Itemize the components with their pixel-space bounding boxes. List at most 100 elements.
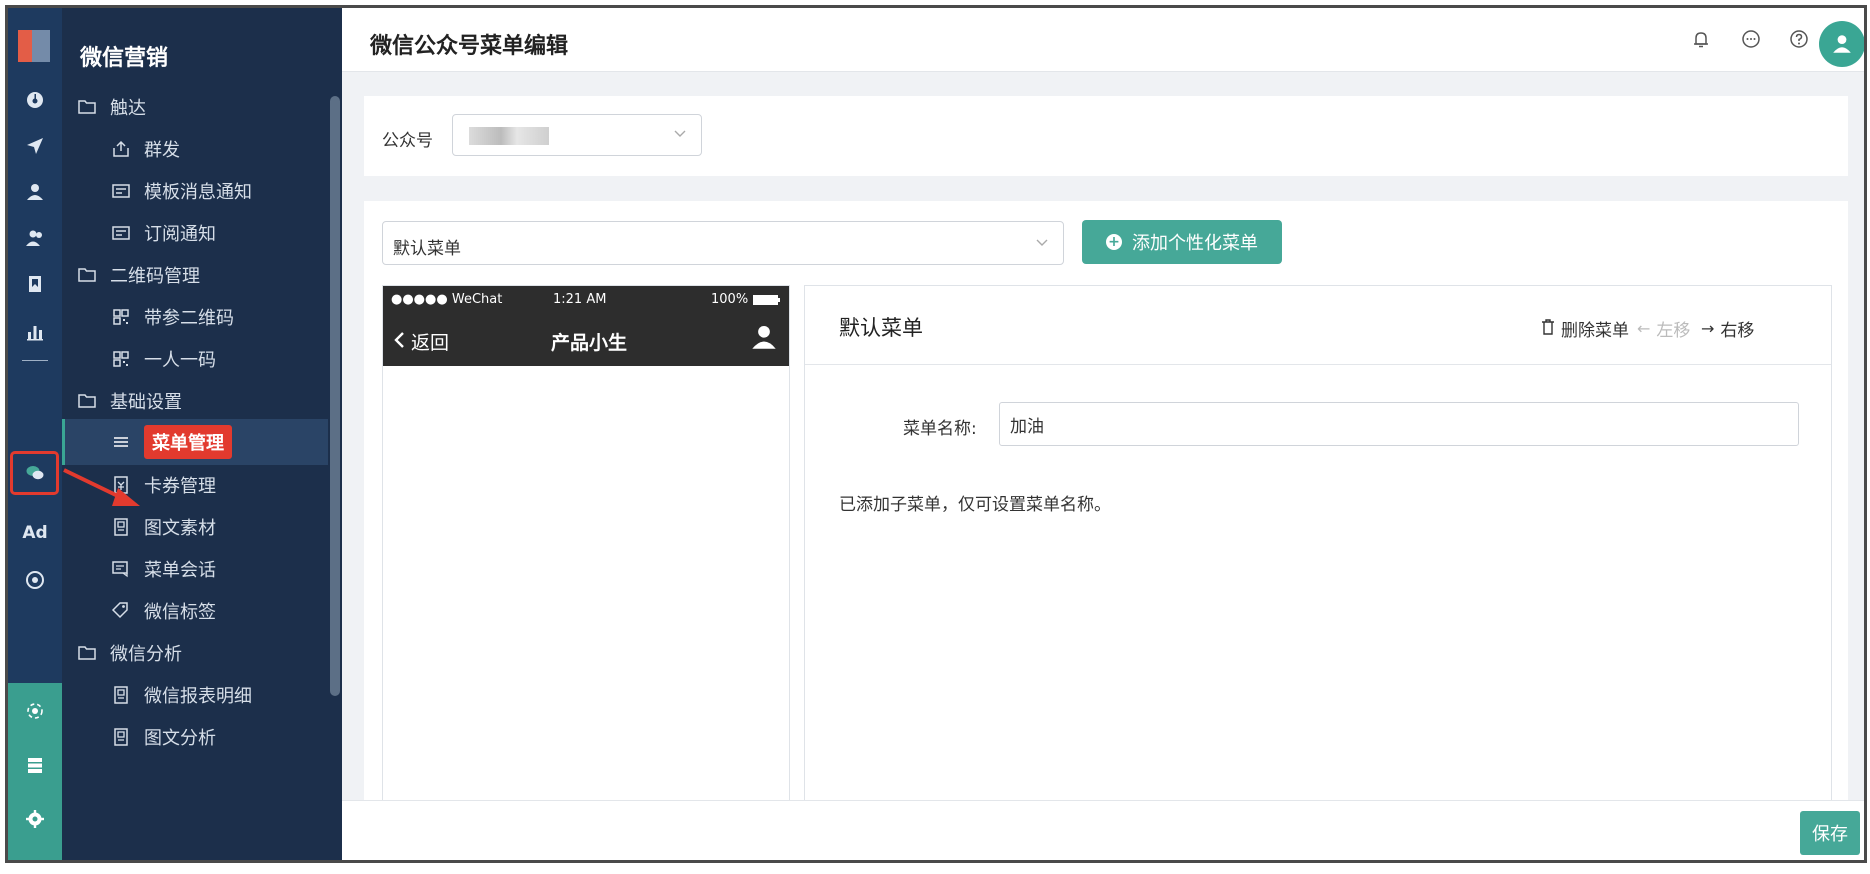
sidebar-item-param-qrcode[interactable]: 带参二维码	[62, 294, 328, 340]
sidebar-item-label: 微信报表明细	[144, 686, 252, 707]
sidebar-group-basic-settings[interactable]: 基础设置	[62, 378, 328, 424]
account-select[interactable]	[452, 114, 702, 156]
ad-icon[interactable]: Ad	[8, 513, 62, 553]
message-icon[interactable]	[1738, 26, 1764, 52]
phone-top-bar: ●●●●● WeChat 1:21 AM 100% 返回 产品小生	[383, 286, 789, 366]
broadcast-icon	[110, 138, 132, 160]
sidebar-item-label: 群发	[144, 140, 180, 161]
article-icon	[110, 516, 132, 538]
folder-icon	[76, 390, 98, 412]
sidebar-item-menu-conversation[interactable]: 菜单会话	[62, 546, 328, 592]
sidebar-item-label: 图文素材	[144, 518, 216, 539]
sidebar: 微信营销 触达 群发 模板消息通知 订阅通知 二维码管理 带参二维码 一人一码	[62, 8, 342, 860]
target-icon[interactable]	[8, 560, 62, 600]
sidebar-item-label: 卡券管理	[144, 476, 216, 497]
sidebar-item-menu-management[interactable]: 菜单管理	[62, 419, 328, 465]
report-icon	[110, 726, 132, 748]
menu-name-input[interactable]	[999, 402, 1799, 446]
report-icon	[110, 684, 132, 706]
person-icon[interactable]	[751, 324, 777, 350]
chevron-left-icon	[393, 332, 411, 354]
qrcode-icon	[110, 306, 132, 328]
page-title: 微信公众号菜单编辑	[370, 34, 569, 59]
folder-icon	[76, 264, 98, 286]
plus-circle-icon: +	[1106, 234, 1122, 250]
bell-icon[interactable]	[1688, 26, 1714, 52]
template-icon	[110, 180, 132, 202]
account-label: 公众号	[382, 131, 433, 151]
icon-rail: Ad	[8, 8, 62, 860]
qrcode-icon	[110, 348, 132, 370]
delete-menu-button[interactable]: 删除菜单	[1541, 316, 1629, 341]
hub-icon[interactable]	[8, 691, 62, 731]
sidebar-scrollbar[interactable]	[330, 96, 340, 696]
dashboard-icon[interactable]	[8, 80, 62, 120]
bookmark-icon[interactable]	[8, 264, 62, 304]
save-button[interactable]: 保存	[1800, 811, 1860, 855]
sidebar-item-wechat-report-detail[interactable]: 微信报表明细	[62, 672, 328, 718]
footer-bar: 保存	[342, 800, 1864, 860]
back-button[interactable]: 返回	[393, 328, 449, 355]
phone-title: 产品小生	[551, 332, 628, 354]
folder-icon	[76, 96, 98, 118]
server-icon[interactable]	[8, 745, 62, 785]
blurred-account-name	[469, 127, 549, 145]
sidebar-group-reach[interactable]: 触达	[62, 84, 328, 130]
menu-select-value: 默认菜单	[393, 239, 461, 259]
submenu-hint: 已添加子菜单，仅可设置菜单名称。	[839, 495, 1111, 515]
status-battery: 100%	[711, 292, 749, 307]
sidebar-item-label: 模板消息通知	[144, 182, 252, 203]
arrow-right-icon: →	[1701, 319, 1715, 338]
sidebar-item-label: 微信分析	[110, 644, 182, 665]
help-icon[interactable]	[1786, 26, 1812, 52]
sidebar-item-article-analysis[interactable]: 图文分析	[62, 714, 328, 760]
annotation-arrow	[63, 468, 140, 506]
sidebar-group-qrcode[interactable]: 二维码管理	[62, 252, 328, 298]
sidebar-item-label: 菜单会话	[144, 560, 216, 581]
editor-title: 默认菜单	[839, 316, 923, 340]
bar-chart-icon[interactable]	[8, 312, 62, 352]
status-time: 1:21 AM	[553, 292, 607, 307]
user-icon[interactable]	[8, 172, 62, 212]
trash-icon	[1541, 318, 1555, 339]
sidebar-item-label: 一人一码	[144, 350, 216, 371]
chevron-down-icon	[673, 125, 687, 144]
wechat-highlight-box	[10, 451, 59, 495]
tag-icon	[110, 600, 132, 622]
sidebar-group-wechat-analysis[interactable]: 微信分析	[62, 630, 328, 676]
sidebar-item-label: 带参二维码	[144, 308, 234, 329]
rail-bottom-group	[8, 683, 62, 860]
users-icon[interactable]	[8, 218, 62, 258]
editor-header: 默认菜单 删除菜单 ← 左移 → 右移	[805, 286, 1831, 365]
folder-icon	[76, 642, 98, 664]
delete-menu-label: 删除菜单	[1561, 321, 1629, 341]
account-card: 公众号	[364, 96, 1848, 176]
menu-editor-card: 默认菜单 + 添加个性化菜单 ●●●●● WeChat 1:21 AM 100%	[364, 201, 1848, 860]
top-header: 微信公众号菜单编辑	[342, 8, 1864, 72]
subscribe-icon	[110, 222, 132, 244]
move-right-label: 右移	[1720, 321, 1755, 341]
add-custom-menu-button[interactable]: + 添加个性化菜单	[1082, 220, 1282, 264]
sidebar-item-label: 触达	[110, 98, 146, 119]
chevron-down-icon	[1035, 234, 1049, 253]
move-left-button[interactable]: ← 左移	[1637, 316, 1690, 341]
sidebar-item-one-per-person-code[interactable]: 一人一码	[62, 336, 328, 382]
sidebar-item-subscribe-notice[interactable]: 订阅通知	[62, 210, 328, 256]
app-logo	[18, 30, 50, 62]
sidebar-item-broadcast[interactable]: 群发	[62, 126, 328, 172]
add-custom-menu-label: 添加个性化菜单	[1132, 233, 1258, 254]
active-indicator	[62, 419, 65, 465]
move-left-label: 左移	[1656, 321, 1691, 341]
move-right-button[interactable]: → 右移	[1701, 316, 1754, 341]
battery-icon	[753, 294, 781, 309]
sidebar-item-label: 菜单管理	[144, 425, 232, 459]
settings-gear-icon[interactable]	[8, 799, 62, 839]
menu-name-label: 菜单名称:	[903, 419, 977, 439]
sidebar-item-wechat-tags[interactable]: 微信标签	[62, 588, 328, 634]
sidebar-item-template-message[interactable]: 模板消息通知	[62, 168, 328, 214]
arrow-left-icon: ←	[1637, 319, 1651, 338]
avatar[interactable]	[1819, 21, 1864, 67]
menu-select[interactable]: 默认菜单	[382, 221, 1064, 265]
send-icon[interactable]	[8, 126, 62, 166]
phone-preview: ●●●●● WeChat 1:21 AM 100% 返回 产品小生	[382, 285, 790, 860]
